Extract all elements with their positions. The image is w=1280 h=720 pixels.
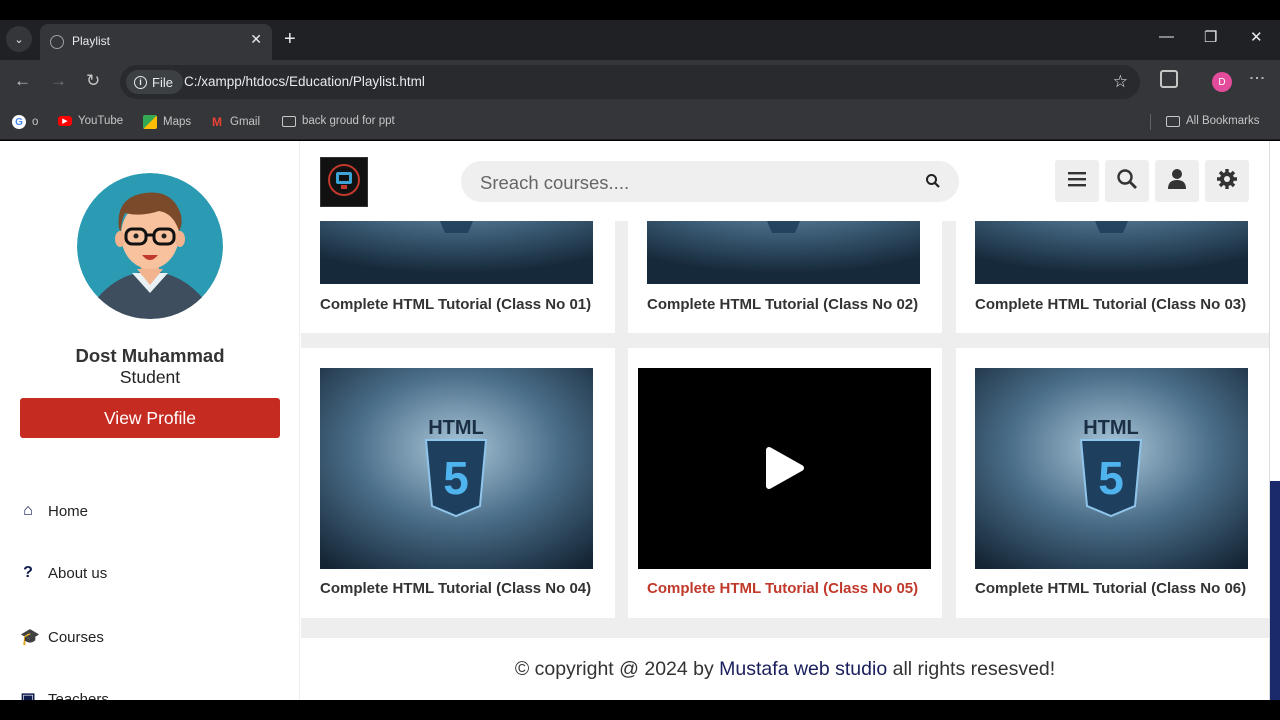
video-title[interactable]: Complete HTML Tutorial (Class No 05) [647, 580, 918, 597]
gmail-icon: M [212, 115, 222, 129]
bookmark-folder[interactable]: back groud for ppt [282, 115, 395, 127]
forward-arrow-icon[interactable]: → [50, 71, 67, 91]
url-text[interactable]: C:/xampp/htdocs/Education/Playlist.html [184, 74, 425, 89]
bookmark-star-icon[interactable]: ☆ [1113, 72, 1128, 92]
chalkboard-icon: ▣ [20, 691, 36, 700]
video-title[interactable]: Complete HTML Tutorial (Class No 03) [975, 296, 1246, 313]
graduation-cap-icon: 🎓 [20, 629, 40, 646]
bookmark-youtube[interactable]: ▶ YouTube [58, 115, 123, 127]
site-footer: © copyright @ 2024 by Mustafa web studio… [301, 638, 1269, 700]
menu-button[interactable] [1055, 160, 1099, 202]
browser-menu-icon[interactable]: ⋮ [1248, 70, 1265, 84]
menu-icon [1067, 170, 1087, 193]
file-label: File [152, 74, 173, 90]
video-player[interactable] [638, 368, 931, 569]
sidebar-item-label: Courses [48, 628, 104, 646]
restore-icon[interactable]: ❐ [1204, 28, 1217, 46]
sidebar-item-courses[interactable]: 🎓 Courses [20, 627, 104, 647]
reload-icon[interactable]: ↻ [86, 71, 100, 91]
sidebar-item-label: Home [48, 502, 89, 520]
youtube-icon: ▶ [58, 116, 72, 126]
screen-top-bar [0, 0, 1280, 20]
sidebar-item-label: Teachers [48, 690, 109, 701]
tab-search-button[interactable]: ⌄ [6, 26, 32, 52]
video-title[interactable]: Complete HTML Tutorial (Class No 02) [647, 296, 918, 313]
google-icon: G [12, 115, 26, 129]
video-card-active[interactable]: Complete HTML Tutorial (Class No 05) [628, 348, 942, 618]
bookmarks-divider [1150, 114, 1151, 130]
screen-bottom-bar [0, 700, 1280, 720]
profile-avatar[interactable]: D [1212, 72, 1232, 92]
window-close-icon[interactable]: ✕ [1250, 28, 1263, 46]
browser-chrome: ⌄ Playlist ✕ + — ❐ ✕ ← → ↻ i File C:/xam… [0, 20, 1280, 140]
address-bar[interactable]: i File C:/xampp/htdocs/Education/Playlis… [120, 65, 1140, 99]
background-window-edge [1270, 481, 1280, 700]
svg-text:5: 5 [1098, 452, 1124, 504]
sidebar: Dost Muhammad Student View Profile ⌂ Hom… [0, 141, 300, 700]
page-scrollbar[interactable] [1269, 141, 1280, 700]
site-header: Sreach courses.... [301, 141, 1269, 221]
home-icon: ⌂ [23, 502, 33, 519]
question-icon: ? [23, 564, 33, 581]
tab-strip: ⌄ Playlist ✕ + — ❐ ✕ [0, 20, 1280, 60]
search-input[interactable]: Sreach courses.... [480, 172, 629, 194]
new-tab-button[interactable]: + [284, 28, 296, 50]
site-logo[interactable] [320, 157, 368, 207]
user-role: Student [119, 367, 181, 387]
video-thumbnail[interactable]: HTML 5 [975, 368, 1248, 569]
view-profile-button[interactable]: View Profile [20, 398, 280, 438]
main-content: Sreach courses.... Complete HTML Tutoria… [301, 141, 1270, 700]
bookmark-maps[interactable]: Maps [143, 115, 191, 129]
folder-icon [1166, 115, 1180, 127]
avatar [77, 173, 223, 319]
svg-text:5: 5 [443, 452, 469, 504]
search-icon[interactable] [925, 173, 941, 189]
svg-text:HTML: HTML [428, 417, 484, 439]
video-thumbnail[interactable]: HTML 5 [320, 368, 593, 569]
search-bar[interactable]: Sreach courses.... [461, 161, 959, 202]
site-info-chip[interactable]: i File [126, 70, 183, 94]
globe-icon [50, 35, 64, 49]
bookmark-gmail[interactable]: M Gmail [210, 115, 260, 129]
bookmarks-bar: G o ▶ YouTube Maps M Gmail back groud fo… [0, 104, 1280, 140]
video-card[interactable]: HTML 5 Complete HTML Tutorial (Class No 0… [956, 348, 1270, 618]
user-icon [1167, 168, 1187, 195]
web-page: Dost Muhammad Student View Profile ⌂ Hom… [0, 141, 1280, 700]
sidebar-item-label: About us [48, 564, 108, 582]
tab-playlist[interactable]: Playlist ✕ [40, 24, 272, 60]
settings-icon [1216, 168, 1238, 195]
user-button[interactable] [1155, 160, 1199, 202]
sidebar-item-about[interactable]: ? About us [20, 564, 107, 582]
footer-brand-link[interactable]: Mustafa web studio [719, 658, 887, 680]
browser-toolbar: ← → ↻ i File C:/xampp/htdocs/Education/P… [0, 60, 1280, 104]
extensions-icon[interactable] [1160, 70, 1178, 88]
tab-title: Playlist [72, 34, 111, 48]
back-arrow-icon[interactable]: ← [14, 71, 31, 91]
user-name: Dost Muhammad [75, 345, 225, 366]
svg-text:HTML: HTML [1083, 417, 1139, 439]
video-title[interactable]: Complete HTML Tutorial (Class No 04) [320, 580, 591, 597]
info-icon: i [134, 75, 147, 89]
settings-button[interactable] [1205, 160, 1249, 202]
sidebar-item-home[interactable]: ⌂ Home [20, 502, 88, 520]
close-icon[interactable]: ✕ [250, 31, 262, 48]
bookmark-google[interactable]: G o [12, 115, 38, 129]
video-card[interactable]: HTML 5 Complete HTML Tutorial (Class No 0… [301, 348, 615, 618]
folder-icon [282, 115, 296, 127]
sidebar-item-teachers[interactable]: ▣ Teachers [20, 689, 109, 701]
maps-icon [143, 115, 157, 129]
video-title[interactable]: Complete HTML Tutorial (Class No 06) [975, 580, 1246, 597]
search-toggle-button[interactable] [1105, 160, 1149, 202]
search-icon [1116, 168, 1138, 195]
all-bookmarks[interactable]: All Bookmarks [1166, 115, 1260, 127]
minimize-icon[interactable]: — [1159, 28, 1174, 45]
footer-copyright: © copyright @ 2024 by Mustafa web studio… [514, 658, 1056, 680]
video-title[interactable]: Complete HTML Tutorial (Class No 01) [320, 296, 591, 313]
